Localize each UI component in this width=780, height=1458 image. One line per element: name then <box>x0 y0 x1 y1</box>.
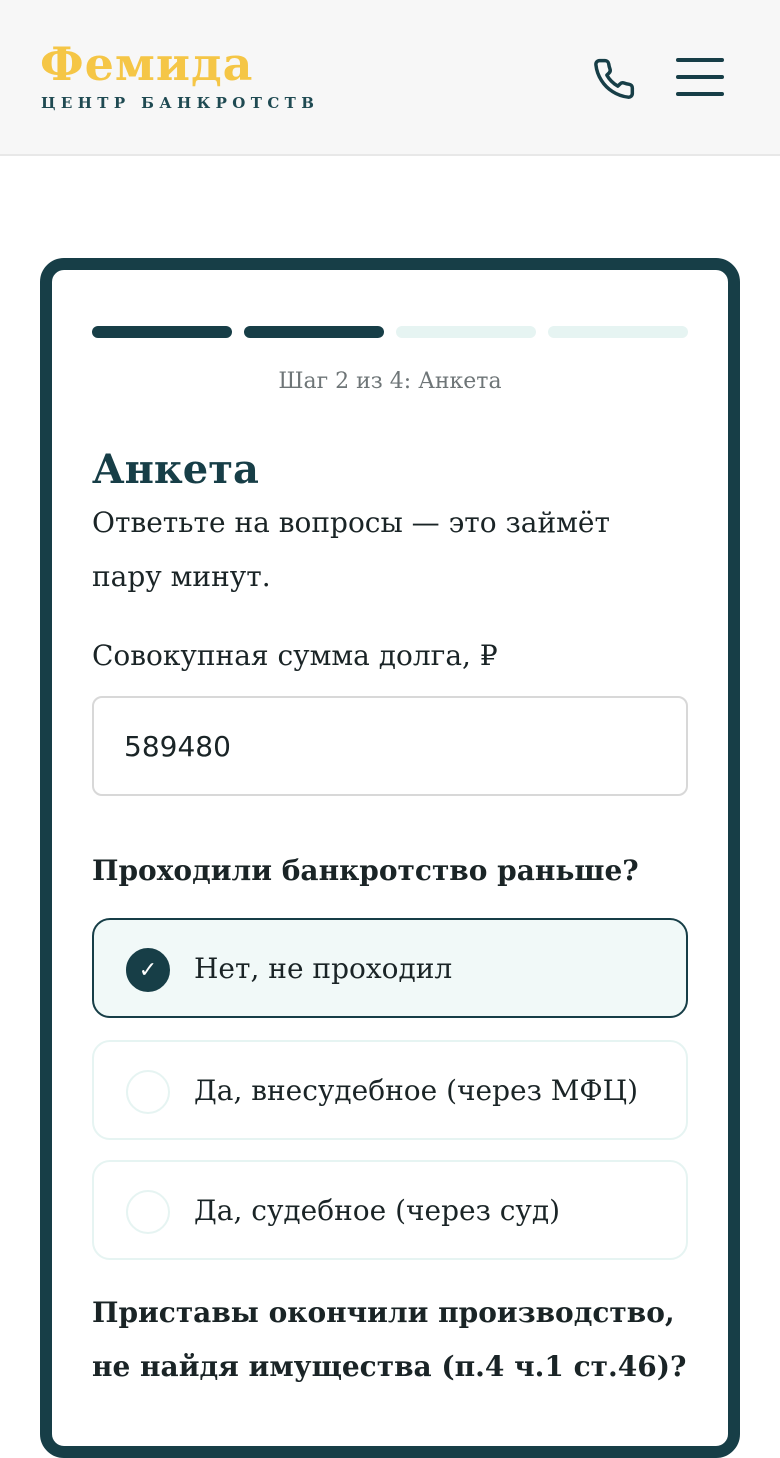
step-progress-bar <box>92 326 688 338</box>
phone-icon <box>594 58 635 99</box>
check-icon: ✓ <box>126 948 170 992</box>
logo-title[interactable]: Фемида <box>40 36 253 92</box>
progress-segment-4 <box>548 326 688 338</box>
option-label: Да, судебное (через суд) <box>194 1193 561 1227</box>
progress-segment-1 <box>92 326 232 338</box>
logo-subtitle: ЦЕНТР БАНКРОТСТВ <box>41 94 320 112</box>
question-bailiffs: Приставы окончили производство, не найдя… <box>92 1296 687 1383</box>
progress-segment-2 <box>244 326 384 338</box>
option-label: Нет, не проходил <box>194 951 453 985</box>
option-no-bankruptcy[interactable]: ✓ Нет, не проходил <box>92 918 688 1018</box>
debt-amount-label: Совокупная сумма долга, ₽ <box>92 639 498 672</box>
option-out-of-court[interactable]: Да, внесудебное (через МФЦ) <box>92 1040 688 1140</box>
option-court[interactable]: Да, судебное (через суд) <box>92 1160 688 1260</box>
menu-line <box>676 75 724 79</box>
form-title: Анкета <box>92 446 259 493</box>
progress-segment-3 <box>396 326 536 338</box>
site-header: Фемида ЦЕНТР БАНКРОТСТВ <box>0 0 780 156</box>
hamburger-menu-button[interactable] <box>672 56 728 100</box>
step-label: Шаг 2 из 4: Анкета <box>278 369 502 394</box>
question-previous-bankruptcy: Проходили банкротство раньше? <box>92 854 639 887</box>
option-label: Да, внесудебное (через МФЦ) <box>194 1073 638 1107</box>
menu-line <box>676 58 724 62</box>
menu-line <box>676 92 724 96</box>
questionnaire-card: Шаг 2 из 4: Анкета Анкета Ответьте на во… <box>40 258 740 1458</box>
form-subtitle: Ответьте на вопросы — это займёт пару ми… <box>92 506 610 593</box>
phone-button[interactable] <box>590 55 638 103</box>
radio-circle-icon <box>126 1070 170 1114</box>
radio-circle-icon <box>126 1190 170 1234</box>
debt-amount-input[interactable] <box>92 696 688 796</box>
